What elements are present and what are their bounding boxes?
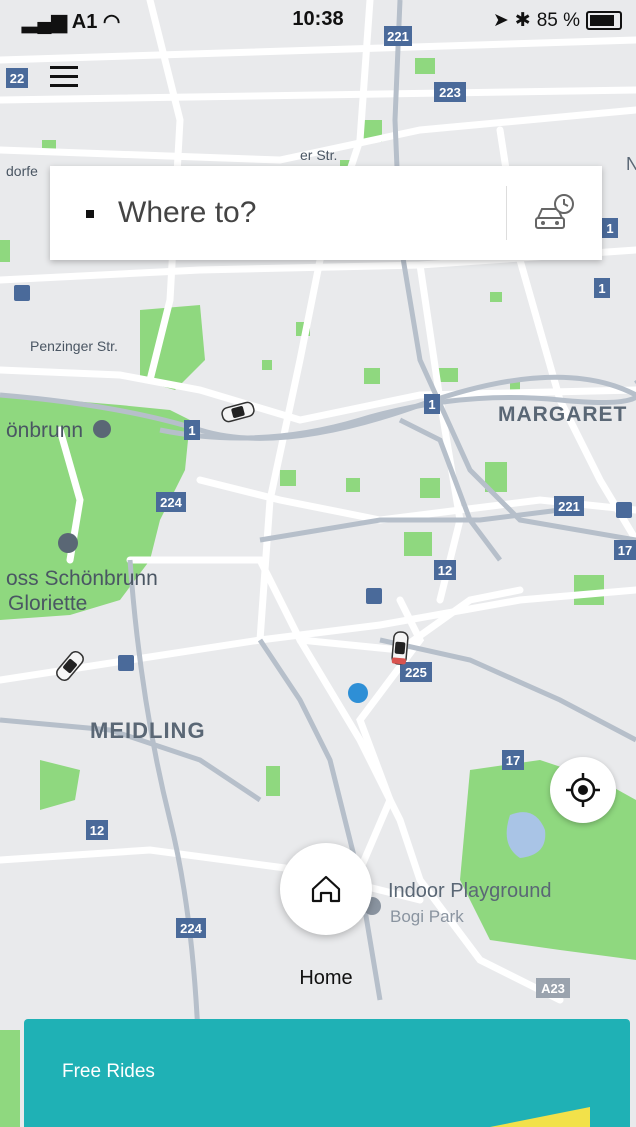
- where-to-placeholder[interactable]: Where to?: [118, 196, 256, 230]
- map-label-schonbrunn: önbrunn: [6, 419, 83, 442]
- map-label-indoor-playground: Indoor Playground: [388, 880, 551, 902]
- route-badge-12a: 12: [438, 563, 452, 578]
- user-location-dot: [348, 683, 368, 703]
- schedule-car-icon: [535, 194, 574, 229]
- divider: [506, 186, 507, 240]
- sight-icon: [58, 533, 78, 553]
- free-rides-card[interactable]: Free Rides: [24, 1019, 630, 1127]
- map-label-n: N: [626, 154, 636, 174]
- route-badge-1b: 1: [428, 397, 435, 412]
- recenter-location-button[interactable]: [550, 757, 616, 823]
- route-badge-1d: 1: [606, 221, 613, 236]
- map-label-dorfer: dorfe: [6, 163, 38, 179]
- route-badge-1a: 1: [188, 423, 195, 438]
- museum-icon: [93, 420, 111, 438]
- route-badge-224a: 224: [160, 495, 182, 510]
- status-bar: ▂▄▆ A1 ◠ 10:38 ➤ ✱ 85 %: [0, 0, 636, 38]
- location-arrow-icon: ➤: [492, 10, 509, 31]
- route-badge-221b: 221: [558, 499, 580, 514]
- status-right: ➤ ✱ 85 %: [493, 9, 622, 32]
- map-label-penzinger: Penzinger Str.: [30, 338, 118, 354]
- home-icon: [311, 875, 341, 903]
- home-label[interactable]: Home: [266, 967, 386, 990]
- crosshair-icon: [566, 773, 600, 807]
- battery-icon: [586, 11, 622, 30]
- menu-icon: [50, 66, 78, 69]
- route-badge-17a: 17: [506, 753, 520, 768]
- map-label-margareten: MARGARET: [498, 403, 627, 426]
- route-badge-224b: 224: [180, 921, 202, 936]
- menu-button[interactable]: [50, 66, 78, 88]
- schedule-ride-button[interactable]: [532, 192, 576, 236]
- car-icon: [391, 631, 409, 665]
- battery-percent: 85 %: [536, 9, 580, 31]
- route-badge-a23: A23: [541, 981, 565, 996]
- map-label-str: er Str.: [300, 147, 337, 163]
- map-label-meidling: MEIDLING: [90, 718, 206, 743]
- free-rides-label: Free Rides: [62, 1061, 155, 1082]
- map-label-schloss: oss Schönbrunn: [6, 567, 158, 590]
- route-badge-225: 225: [405, 665, 427, 680]
- home-shortcut-button[interactable]: [280, 843, 372, 935]
- route-badge-22: 22: [10, 71, 24, 86]
- promo-decoration: [490, 1107, 590, 1127]
- route-badge-17b: 17: [618, 543, 632, 558]
- bluetooth-icon: ✱: [514, 10, 531, 31]
- route-badge-12b: 12: [90, 823, 104, 838]
- map-label-bogi-park: Bogi Park: [390, 907, 464, 926]
- destination-square-icon: [86, 210, 94, 218]
- map-label-gloriette: Gloriette: [8, 592, 87, 615]
- route-badge-1c: 1: [598, 281, 605, 296]
- where-to-search-bar[interactable]: Where to?: [50, 166, 602, 260]
- route-badge-223: 223: [439, 85, 461, 100]
